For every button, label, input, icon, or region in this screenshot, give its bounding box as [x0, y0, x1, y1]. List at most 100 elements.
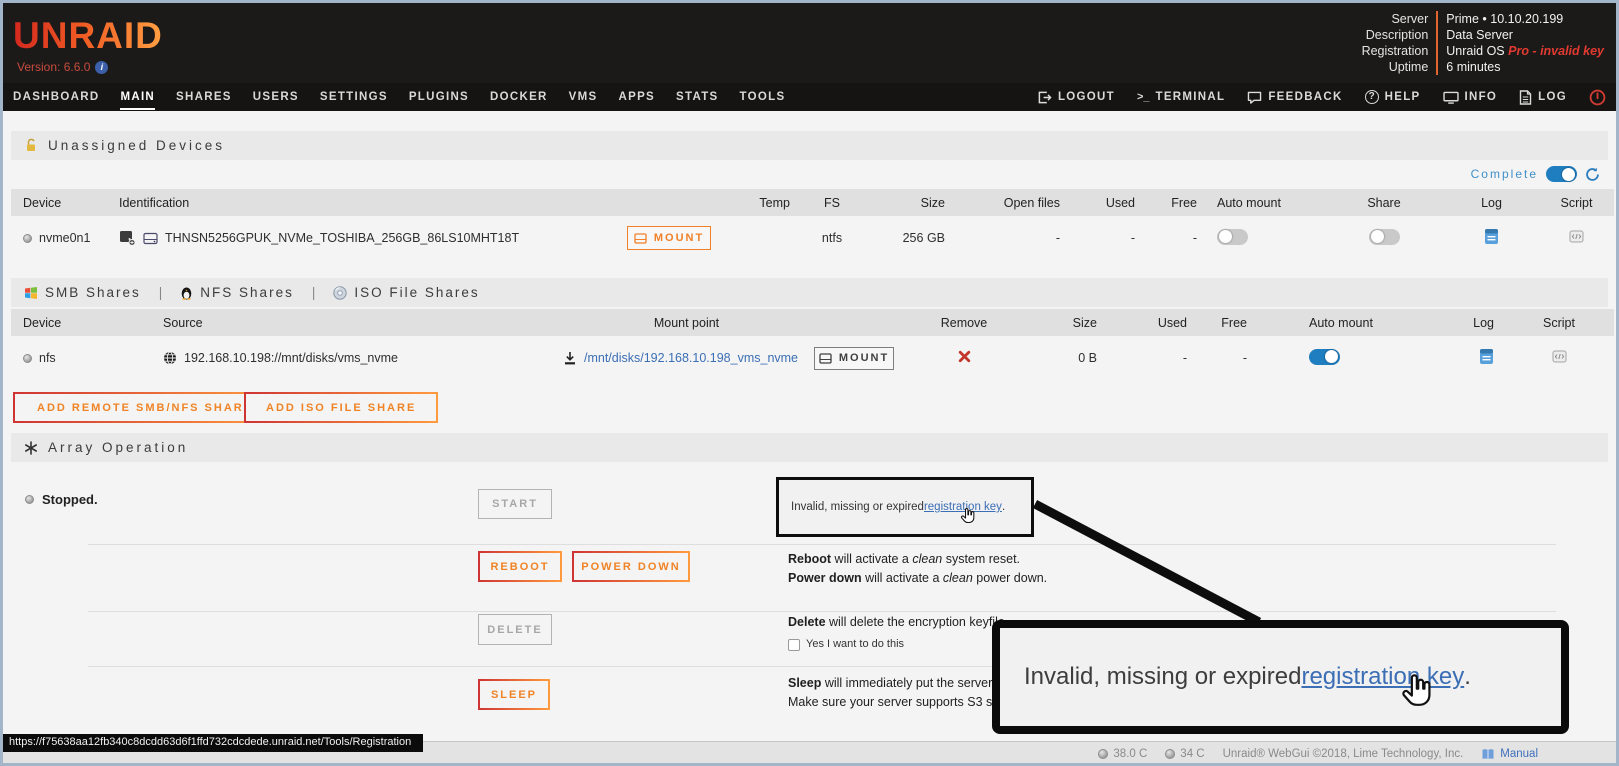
logout-button[interactable]: LOGOUT [1037, 91, 1115, 104]
divider [88, 544, 1556, 545]
auto-mount-toggle[interactable] [1309, 349, 1340, 365]
add-iso-share-button[interactable]: ADD ISO FILE SHARE [244, 392, 438, 423]
col-mount-spacer [627, 189, 747, 216]
mount-point-link[interactable]: /mnt/disks/192.168.10.198_vms_nvme [584, 351, 798, 365]
refresh-icon[interactable] [1585, 167, 1600, 182]
nav-users[interactable]: USERS [253, 91, 299, 103]
col-script: Script [1504, 309, 1614, 336]
nav-dashboard[interactable]: DASHBOARD [13, 91, 99, 103]
log-view-icon[interactable] [1479, 348, 1494, 365]
nav-pages: DASHBOARD MAIN SHARES USERS SETTINGS PLU… [13, 91, 785, 103]
tab-iso-file-shares[interactable]: ISO File Shares [333, 285, 479, 300]
auto-mount-toggle[interactable] [1217, 229, 1248, 245]
cell-temp [747, 216, 802, 260]
nav-tools-right: LOGOUT >_ TERMINAL FEEDBACK ? HELP INFO … [1037, 89, 1606, 106]
col-auto-mount: Auto mount [1209, 189, 1324, 216]
nav-shares[interactable]: SHARES [176, 91, 232, 103]
alert-power-button[interactable] [1589, 89, 1606, 106]
mount-button[interactable]: MOUNT [814, 347, 894, 370]
info-button[interactable]: INFO [1443, 91, 1498, 104]
help-button[interactable]: ? HELP [1365, 90, 1421, 104]
registration-label: Registration [1362, 43, 1439, 59]
array-status-row: Stopped. [25, 492, 98, 507]
unraid-main-page: UNRAID Version: 6.6.0 i Server Prime • 1… [0, 0, 1619, 766]
manual-link[interactable]: Manual [1481, 748, 1538, 760]
version-text: Version: 6.6.0 [17, 60, 90, 74]
nav-settings[interactable]: SETTINGS [320, 91, 388, 103]
nav-docker[interactable]: DOCKER [490, 91, 548, 103]
script-icon[interactable] [1552, 350, 1567, 363]
reboot-word: Reboot [788, 552, 831, 566]
divider [88, 611, 1556, 612]
reboot-button[interactable]: REBOOT [478, 551, 562, 582]
start-button[interactable]: START [478, 489, 552, 519]
feedback-button[interactable]: FEEDBACK [1247, 91, 1342, 104]
col-remove: Remove [904, 309, 1024, 336]
nav-main[interactable]: MAIN [120, 91, 155, 103]
complete-toggle[interactable] [1546, 166, 1577, 182]
monitor-icon [1443, 91, 1459, 104]
col-temp: Temp [747, 189, 802, 216]
log-view-icon[interactable] [1484, 228, 1499, 245]
delete-word: Delete [788, 615, 826, 629]
col-open-files: Open files [957, 189, 1072, 216]
delete-confirm-checkbox[interactable] [788, 639, 800, 651]
share-toggle[interactable] [1369, 229, 1400, 245]
share-source: 192.168.10.198://mnt/disks/vms_nvme [184, 351, 398, 365]
uptime-label: Uptime [1362, 59, 1439, 75]
power-help-em: clean [943, 571, 973, 585]
unraid-logo[interactable]: UNRAID [13, 15, 163, 57]
power-word: Power down [788, 571, 862, 585]
share-status-dot [23, 354, 32, 363]
linux-penguin-icon [180, 285, 193, 300]
nav-apps[interactable]: APPS [619, 91, 656, 103]
reboot-label: REBOOT [490, 561, 549, 573]
terminal-button[interactable]: >_ TERMINAL [1137, 91, 1225, 103]
registration-value: Unraid OS Pro - invalid key [1438, 43, 1604, 59]
log-button[interactable]: LOG [1519, 90, 1567, 105]
device-name[interactable]: nvme0n1 [39, 231, 90, 245]
footer-temp-1: 38.0 C [1098, 748, 1147, 760]
server-value: Prime • 10.10.20.199 [1438, 11, 1604, 27]
reboot-help-1: will activate a [831, 552, 912, 566]
col-size: Size [1024, 309, 1109, 336]
power-alert-icon [1589, 89, 1606, 106]
windows-icon [24, 286, 38, 300]
delete-button[interactable]: DELETE [478, 614, 552, 645]
feedback-icon [1247, 91, 1262, 104]
cell-free: - [1147, 216, 1209, 260]
delete-help-1: will delete the encryption keyfile. [826, 615, 1009, 629]
device-status-dot [23, 234, 32, 243]
help-icon: ? [1365, 90, 1379, 104]
log-doc-icon [1519, 90, 1532, 105]
sleep-button[interactable]: SLEEP [478, 679, 550, 710]
cell-used: - [1109, 336, 1199, 380]
info-icon[interactable]: i [95, 61, 108, 74]
col-mount-point: Mount point [559, 309, 814, 336]
remove-x-icon[interactable] [958, 350, 971, 363]
power-down-button[interactable]: POWER DOWN [572, 551, 690, 582]
terminal-icon: >_ [1137, 91, 1150, 103]
registration-key-link-zoomed[interactable]: registration key [1301, 663, 1464, 691]
complete-label: Complete [1471, 167, 1538, 181]
nav-tools[interactable]: TOOLS [740, 91, 786, 103]
add-remote-share-button[interactable]: ADD REMOTE SMB/NFS SHARE [13, 392, 277, 423]
main-navbar: DASHBOARD MAIN SHARES USERS SETTINGS PLU… [3, 83, 1616, 111]
cell-open-files: - [957, 216, 1072, 260]
col-share: Share [1324, 189, 1444, 216]
power-help-1: will activate a [862, 571, 943, 585]
nav-plugins[interactable]: PLUGINS [409, 91, 469, 103]
tab-nfs-shares[interactable]: NFS Shares [180, 285, 294, 300]
table-row: nvme0n1 THNSN5256GPUK_NVMe_TOSHIBA_256GB… [11, 216, 1614, 260]
cell-fs: ntfs [802, 216, 862, 260]
cell-size: 256 GB [862, 216, 957, 260]
mount-button[interactable]: MOUNT [627, 226, 711, 250]
script-icon[interactable] [1569, 230, 1584, 243]
drive-outline-icon [143, 232, 158, 245]
nav-stats[interactable]: STATS [676, 91, 719, 103]
help-label: HELP [1385, 91, 1421, 103]
tab-smb-shares[interactable]: SMB Shares [24, 285, 141, 300]
col-used: Used [1072, 189, 1147, 216]
nav-vms[interactable]: VMS [569, 91, 598, 103]
log-label: LOG [1538, 91, 1567, 103]
